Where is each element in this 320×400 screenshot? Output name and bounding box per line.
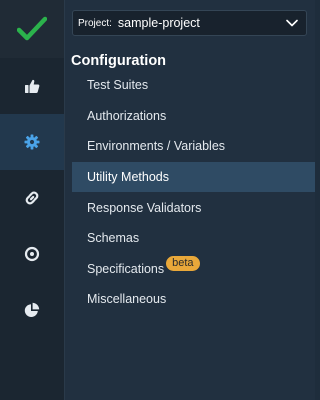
app-window: Project: sample-project Configuration Te… [0, 0, 315, 400]
menu-item-authorizations[interactable]: Authorizations [72, 101, 315, 132]
configuration-panel: Project: sample-project Configuration Te… [64, 0, 315, 400]
rail-item-feedback[interactable] [0, 58, 64, 114]
rail-item-disc[interactable] [0, 226, 64, 282]
menu-item-label: Miscellaneous [87, 292, 167, 307]
menu-item-label: Utility Methods [87, 170, 169, 185]
section-title: Configuration [71, 53, 167, 69]
link-icon [25, 191, 39, 205]
configuration-menu: Test Suites Authorizations Environments … [72, 70, 315, 315]
menu-item-environments-variables[interactable]: Environments / Variables [72, 131, 315, 162]
menu-item-label: Specifications [87, 261, 165, 276]
menu-item-miscellaneous[interactable]: Miscellaneous [72, 284, 315, 315]
menu-item-test-suites[interactable]: Test Suites [72, 70, 315, 101]
project-label: Project: [78, 17, 112, 29]
menu-item-specifications[interactable]: Specifications beta [72, 254, 315, 285]
menu-item-label: Test Suites [87, 78, 149, 93]
menu-item-label: Authorizations [87, 108, 167, 123]
chevron-down-icon [281, 12, 303, 34]
rail-item-configuration[interactable] [0, 114, 64, 170]
menu-item-label: Response Validators [87, 200, 202, 215]
menu-item-utility-methods[interactable]: Utility Methods [72, 161, 315, 193]
rail-item-reports[interactable] [0, 282, 64, 338]
nav-rail [0, 0, 64, 400]
gear-icon [24, 134, 40, 150]
project-value: sample-project [117, 16, 200, 30]
project-selector[interactable]: Project: sample-project [72, 10, 307, 36]
beta-badge: beta [166, 256, 200, 272]
app-logo[interactable] [0, 0, 64, 58]
menu-item-label: Environments / Variables [87, 139, 226, 154]
menu-item-label: Schemas [87, 231, 140, 246]
pie-chart-icon [24, 302, 40, 317]
menu-item-response-validators[interactable]: Response Validators [72, 192, 315, 223]
rail-item-links[interactable] [0, 170, 64, 226]
checkmark-icon [17, 16, 47, 41]
menu-item-schemas[interactable]: Schemas [72, 223, 315, 254]
disc-icon [24, 246, 40, 262]
thumbs-up-icon [25, 79, 40, 93]
